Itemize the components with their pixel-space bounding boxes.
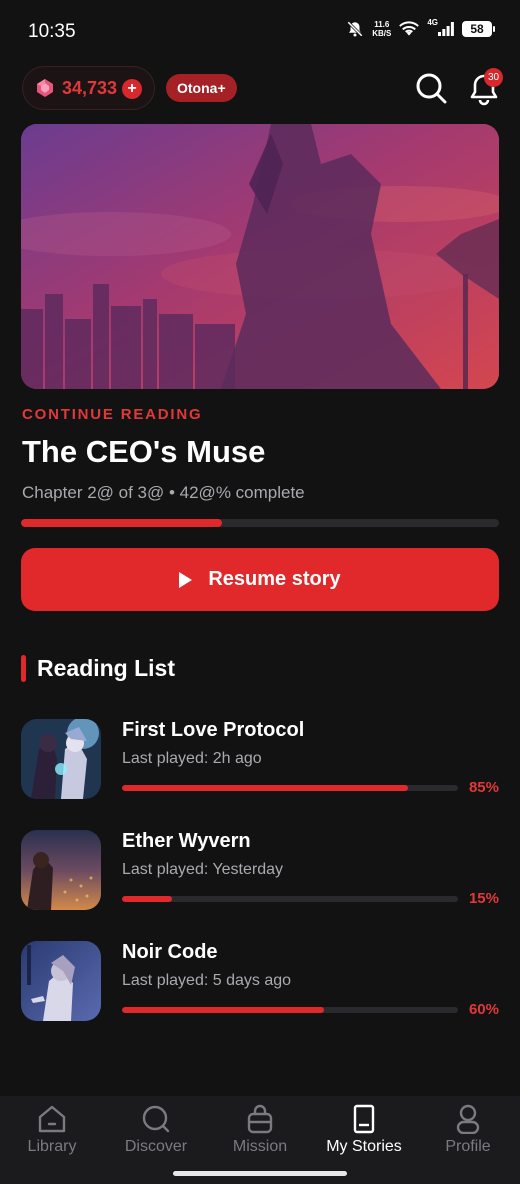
nav-discover[interactable]: Discover [104, 1104, 208, 1164]
reading-list-item[interactable]: Noir Code Last played: 5 days ago 60% [0, 941, 520, 1031]
story-title: The CEO's Muse [22, 434, 266, 469]
story-progress-percent: 60% [468, 1001, 499, 1018]
net-speed-unit: KB/S [372, 29, 392, 38]
story-progress-fill [122, 896, 173, 902]
battery-indicator: 58 [462, 21, 495, 37]
story-progress-bar [21, 519, 499, 527]
reading-list-title: Reading List [37, 655, 176, 681]
reading-list-item[interactable]: First Love Protocol Last played: 2h ago … [0, 719, 520, 809]
resume-story-button[interactable]: Resume story [21, 548, 499, 611]
story-progress-text: Chapter 2@ of 3@ • 42@% complete [22, 483, 305, 502]
last-played: Last played: Yesterday [122, 861, 284, 878]
story-progress-bar [122, 785, 458, 791]
nav-label: Library [27, 1138, 77, 1155]
reading-list-item[interactable]: Ether Wyvern Last played: Yesterday 15% [0, 830, 520, 920]
status-icons: 11.6 KB/S 4G 58 [346, 18, 495, 38]
story-thumbnail [21, 941, 101, 1021]
status-bar: 10:35 11.6 KB/S 4G 58 [0, 0, 520, 62]
story-progress-bar [122, 1007, 458, 1013]
network-type: 4G [427, 17, 438, 27]
nav-label: Profile [445, 1138, 491, 1155]
mute-icon [346, 20, 364, 38]
hero-cover-image[interactable] [21, 124, 499, 389]
nav-library[interactable]: Library [0, 1104, 104, 1164]
story-title: Ether Wyvern [122, 830, 251, 852]
net-speed-value: 11.6 [374, 20, 390, 29]
nav-label: Mission [232, 1138, 288, 1155]
nav-mission[interactable]: Mission [208, 1104, 312, 1164]
wifi-icon [399, 21, 420, 37]
story-progress-fill [21, 519, 222, 527]
nav-profile[interactable]: Profile [416, 1104, 520, 1164]
story-thumbnail [21, 830, 101, 910]
membership-badge[interactable]: Otona+ [166, 74, 237, 102]
story-progress-percent: 85% [468, 779, 499, 796]
bag-icon [247, 1104, 273, 1134]
book-icon [353, 1104, 375, 1134]
home-icon [38, 1105, 66, 1133]
person-icon [456, 1104, 480, 1134]
gem-icon [37, 79, 53, 97]
hero-illustration [21, 124, 499, 389]
coin-balance[interactable]: 34,733 + [22, 66, 155, 110]
home-indicator[interactable] [173, 1171, 347, 1176]
search-button[interactable] [414, 71, 448, 105]
story-progress-fill [122, 1007, 324, 1013]
search-icon [416, 73, 447, 104]
cell-signal-icon: 4G [427, 18, 454, 36]
story-progress-percent: 15% [468, 890, 499, 907]
resume-story-label: Resume story [208, 568, 341, 590]
section-accent-bar [21, 655, 26, 682]
story-title: Noir Code [122, 941, 218, 963]
add-coins-button[interactable]: + [122, 79, 142, 99]
story-progress-fill [122, 785, 408, 791]
last-played: Last played: 5 days ago [122, 972, 292, 989]
nav-label: My Stories [326, 1138, 402, 1155]
story-title: First Love Protocol [122, 719, 305, 741]
status-time: 10:35 [28, 21, 76, 42]
story-progress-bar [122, 896, 458, 902]
nav-label: Discover [124, 1138, 188, 1155]
coin-amount: 34,733 [62, 77, 118, 98]
story-thumbnail [21, 719, 101, 799]
notification-count-badge: 30 [484, 68, 503, 87]
network-speed: 11.6 KB/S [372, 20, 391, 38]
continue-reading-label: CONTINUE READING [22, 406, 203, 423]
search-icon [142, 1105, 170, 1133]
last-played: Last played: 2h ago [122, 750, 262, 767]
play-icon [179, 571, 193, 588]
nav-my-stories[interactable]: My Stories [312, 1104, 416, 1164]
